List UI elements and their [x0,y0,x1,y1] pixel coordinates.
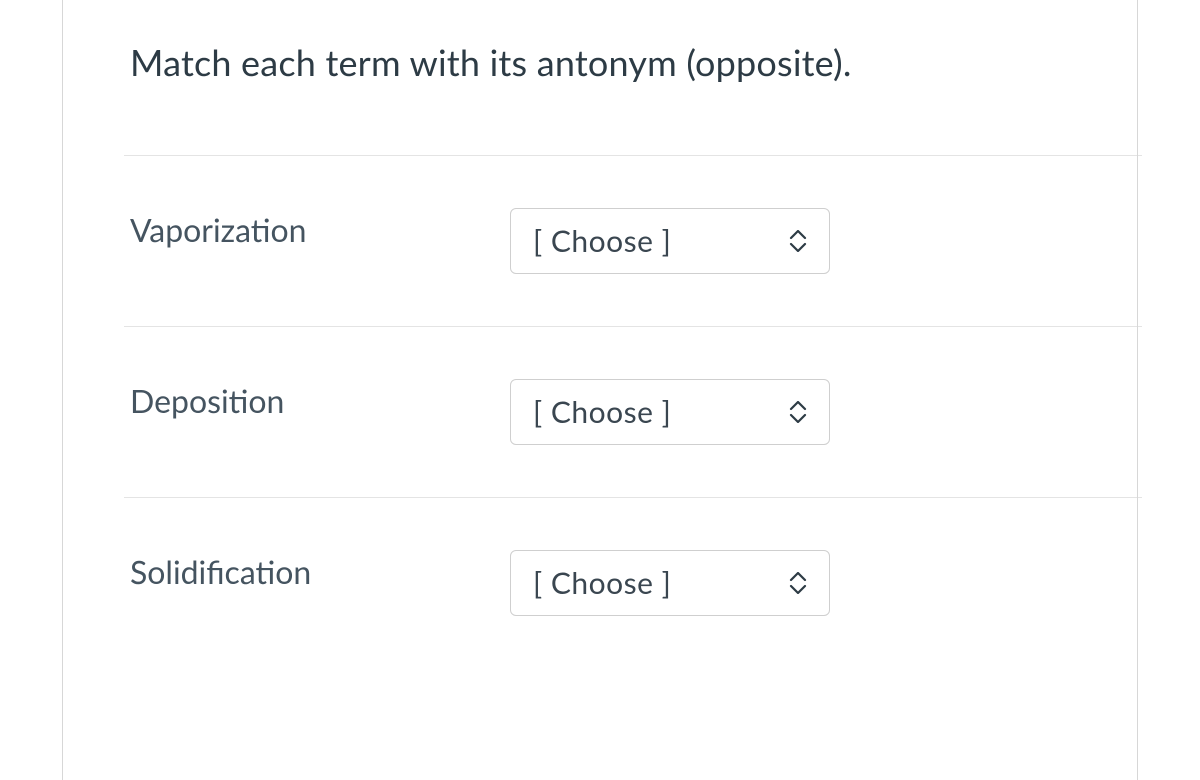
term-label: Deposition [130,379,510,420]
dropdown-placeholder: [ Choose ] [533,223,747,259]
dropdown-placeholder: [ Choose ] [533,394,747,430]
match-row: Deposition [ Choose ] [130,327,1070,497]
choose-dropdown[interactable]: [ Choose ] [510,208,830,274]
match-row: Vaporization [ Choose ] [130,156,1070,326]
chevron-updown-icon [789,401,807,423]
choose-dropdown[interactable]: [ Choose ] [510,550,830,616]
chevron-updown-icon [789,230,807,252]
dropdown-placeholder: [ Choose ] [533,565,747,601]
card-border-left [62,0,63,780]
question-prompt: Match each term with its antonym (opposi… [130,38,1070,87]
term-label: Vaporization [130,208,510,249]
question-content: Match each term with its antonym (opposi… [0,0,1200,668]
term-label: Solidification [130,550,510,591]
match-row: Solidification [ Choose ] [130,498,1070,668]
card-border-right [1137,0,1138,780]
chevron-updown-icon [789,572,807,594]
choose-dropdown[interactable]: [ Choose ] [510,379,830,445]
